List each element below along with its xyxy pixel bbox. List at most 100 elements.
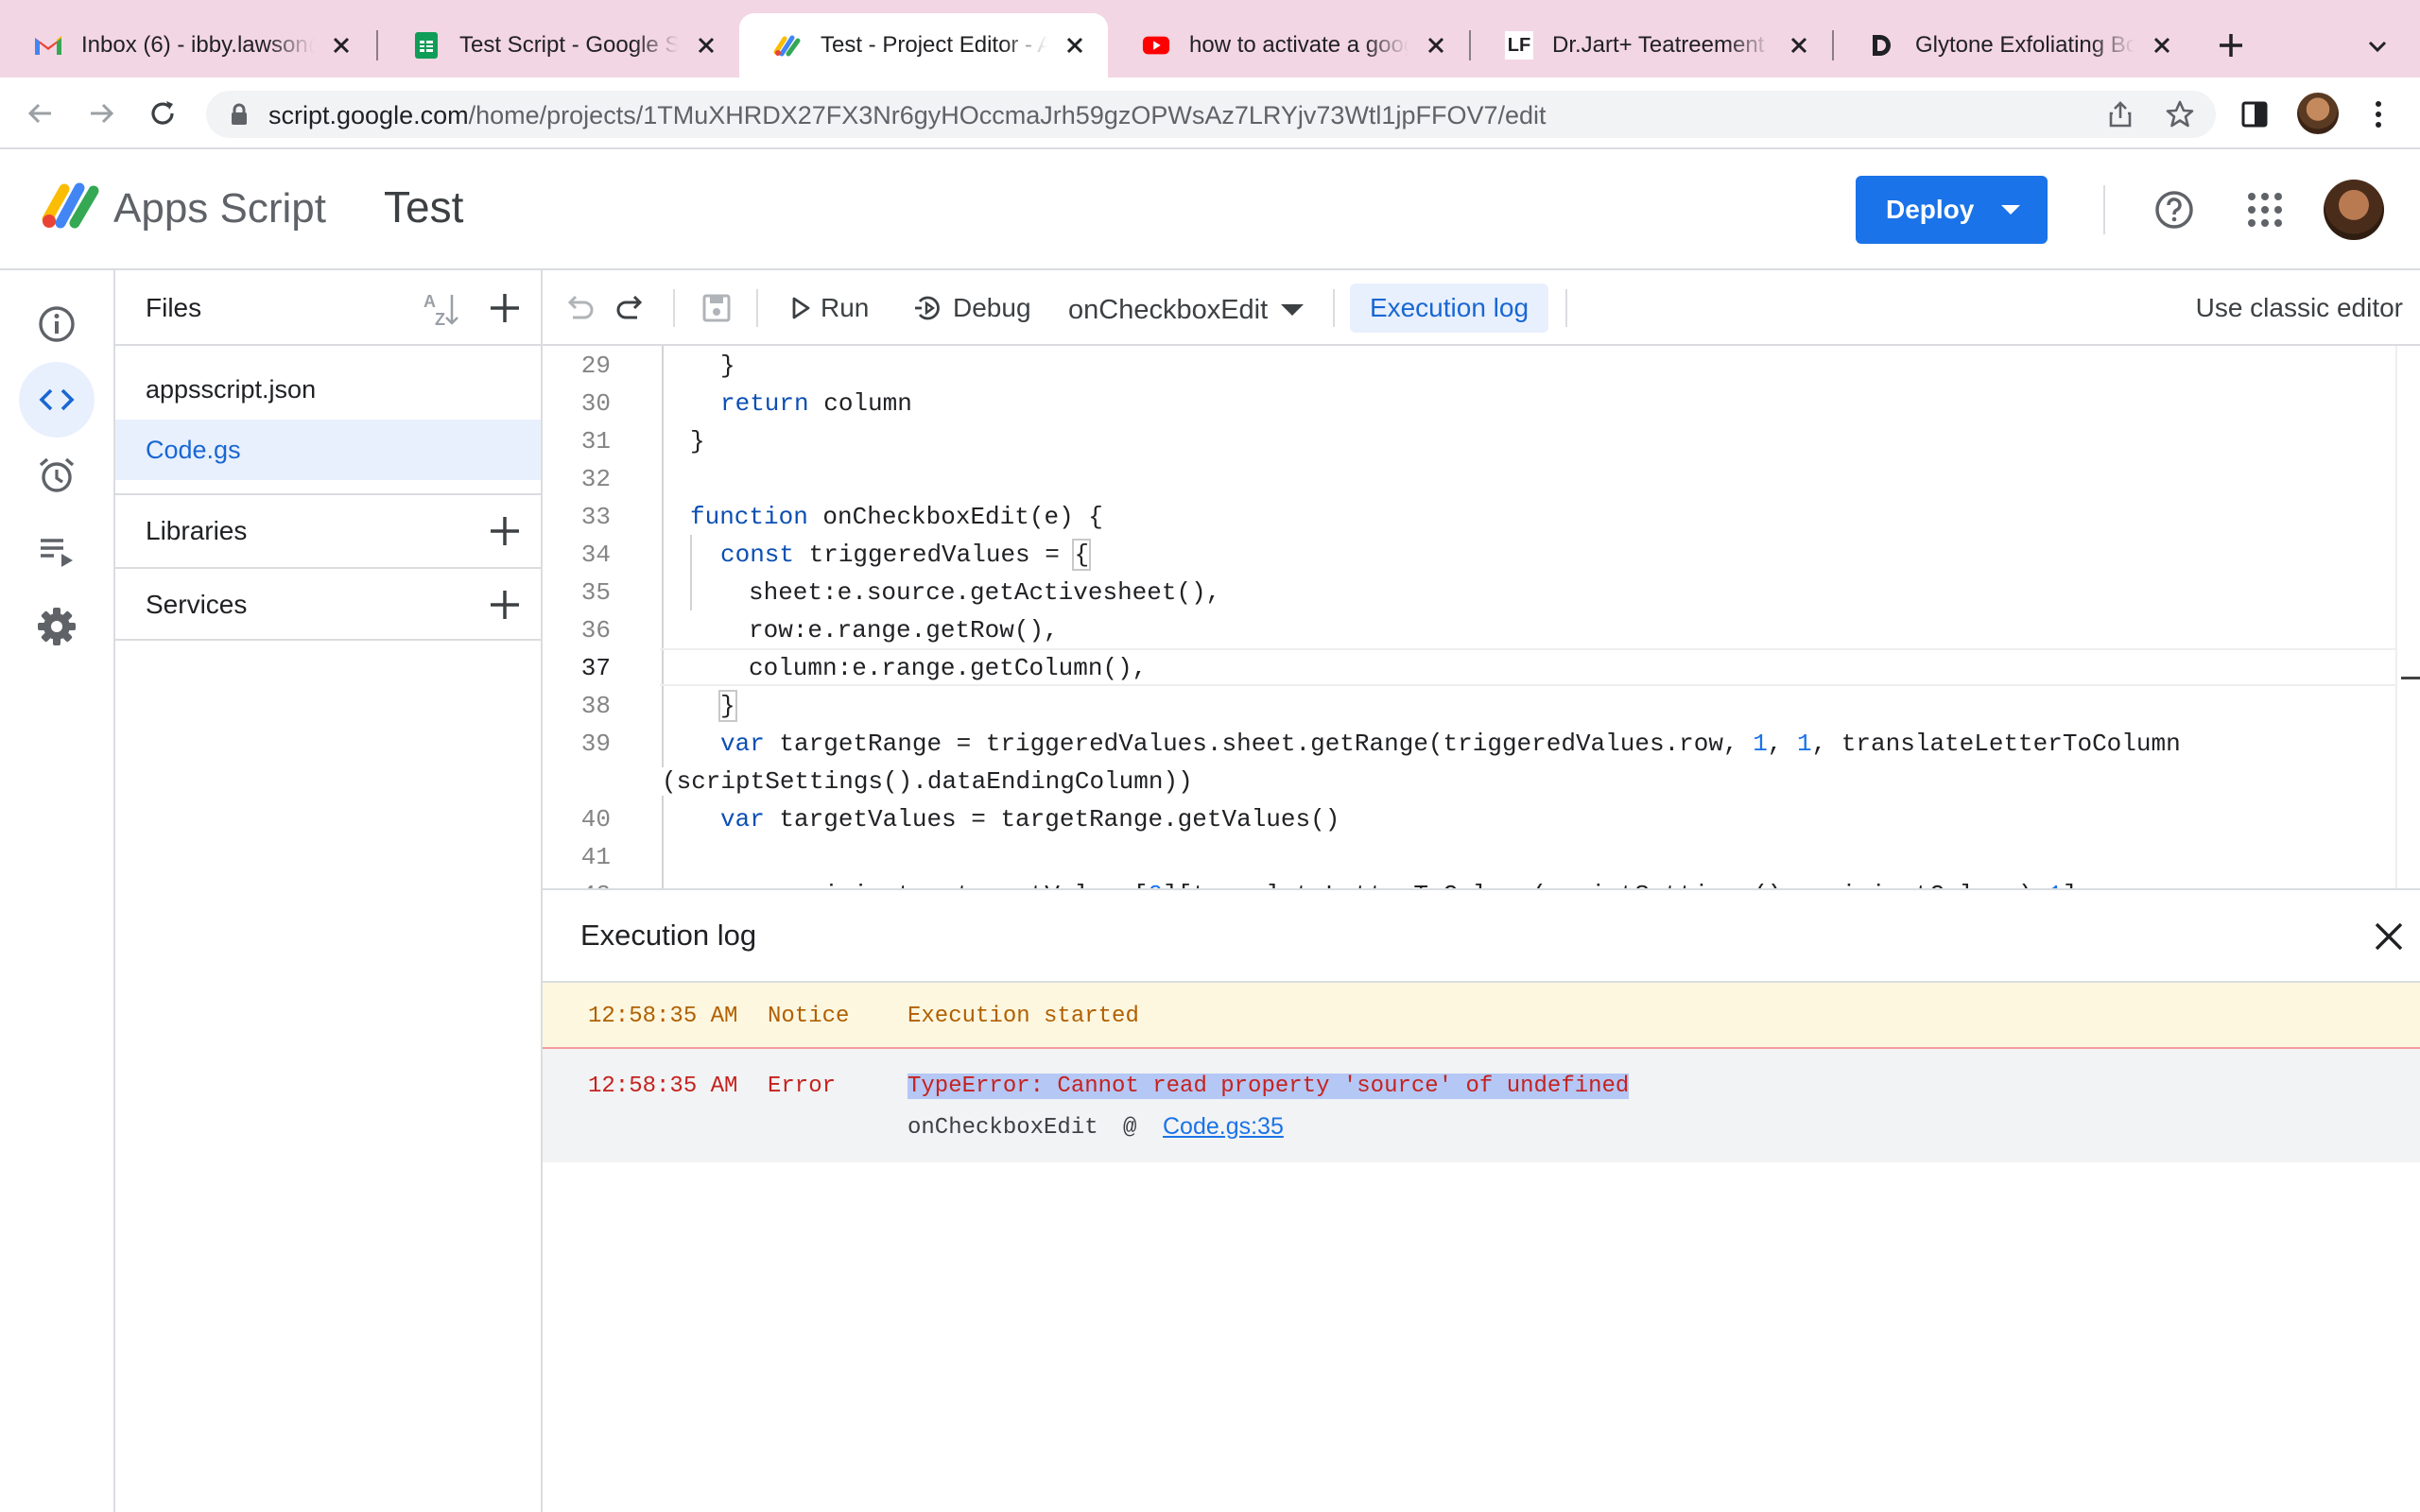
log-time: 12:58:35 AM <box>588 1074 738 1099</box>
add-library-icon[interactable] <box>488 514 522 548</box>
more-vert-icon[interactable] <box>2367 98 2390 130</box>
apps-script-icon <box>773 31 802 60</box>
code-text: (scriptSettings().dataEndingColumn)) <box>662 767 1193 796</box>
code-line: 41 <box>543 837 2395 875</box>
code-keyword: var <box>720 805 765 833</box>
account-avatar[interactable] <box>2324 180 2384 240</box>
matched-bracket: { <box>1072 539 1092 571</box>
gmail-icon <box>34 31 62 60</box>
debug-button[interactable]: Debug <box>913 285 1031 331</box>
browser-tab-glytone[interactable]: Glytone Exfoliating Body Wash <box>1834 13 2195 77</box>
redo-icon[interactable] <box>614 291 648 325</box>
file-item-appsscript-json[interactable]: appsscript.json <box>115 359 541 420</box>
line-number: 32 <box>580 465 611 493</box>
reload-icon[interactable] <box>146 96 180 130</box>
stack-function: onCheckboxEdit <box>908 1115 1098 1141</box>
close-tab-icon[interactable] <box>1422 31 1450 60</box>
function-select[interactable]: onCheckboxEdit <box>1068 287 1305 333</box>
chevron-down-icon[interactable] <box>2363 32 2392 60</box>
settings-gear-icon[interactable] <box>19 589 95 664</box>
browser-tab-apps-script[interactable]: Test - Project Editor - Apps Script <box>739 13 1108 77</box>
file-item-code-gs[interactable]: Code.gs <box>115 420 541 480</box>
browser-tab-sheets[interactable]: Test Script - Google Sheets <box>378 13 739 77</box>
tab-title: Test Script - Google Sheets <box>459 32 679 58</box>
forward-arrow-icon[interactable] <box>85 96 119 130</box>
side-panel-icon[interactable] <box>2240 100 2269 129</box>
omnibox[interactable]: script.google.com/home/projects/1TMuXHRD… <box>206 91 2216 138</box>
executions-list-icon[interactable] <box>19 513 95 589</box>
new-tab-icon[interactable] <box>2214 28 2248 62</box>
product-name[interactable]: Apps Script <box>113 185 326 232</box>
add-service-icon[interactable] <box>488 588 522 622</box>
code-number: 0 <box>1148 881 1163 888</box>
editor-scrollbar[interactable] <box>2395 346 2420 888</box>
code-editor[interactable]: 29 } 30 return column 31 } 32 33 functio… <box>543 346 2420 888</box>
apps-script-logo-icon[interactable] <box>40 180 102 231</box>
sheets-icon <box>412 31 441 60</box>
editor-code-icon[interactable] <box>19 362 95 438</box>
log-level: Error <box>768 1074 837 1099</box>
close-tab-icon[interactable] <box>1785 31 1813 60</box>
line-number: 35 <box>580 578 611 607</box>
line-number: 31 <box>580 427 611 455</box>
browser-tab-youtube[interactable]: how to activate a google script <box>1108 13 1469 77</box>
sort-az-icon[interactable]: AZ <box>422 291 461 329</box>
execution-log-title: Execution log <box>580 919 757 952</box>
browser-tab-strip: Inbox (6) - ibby.lawson@ Test Script - G… <box>0 0 2420 77</box>
code-text: return column <box>720 389 912 418</box>
url-path: /home/projects/1TMuXHRDX27FX3Nr6gyHOccma… <box>468 101 1547 129</box>
code-text: var targetRange = triggeredValues.sheet.… <box>720 730 2181 758</box>
close-tab-icon[interactable] <box>2148 31 2176 60</box>
log-entry-error: 12:58:35 AM Error TypeError: Cannot read… <box>543 1049 2420 1162</box>
tab-title: Glytone Exfoliating Body Wash <box>1915 32 2135 58</box>
run-button[interactable]: Run <box>790 285 869 331</box>
overview-info-icon[interactable] <box>19 286 95 362</box>
tab-title: Test - Project Editor - Apps Script <box>821 32 1047 58</box>
code-text: row:e.range.getRow(), <box>749 616 1059 644</box>
code-keyword: const <box>720 541 795 569</box>
browser-tab-drjart[interactable]: LF Dr.Jart+ Teatreement Toner <box>1471 13 1832 77</box>
use-classic-editor-link[interactable]: Use classic editor <box>2196 293 2403 323</box>
svg-text:A: A <box>424 292 436 311</box>
help-icon[interactable] <box>2153 189 2195 231</box>
code-number: 1 <box>1797 730 1812 758</box>
code-keyword: var <box>720 730 765 758</box>
svg-text:Z: Z <box>435 310 445 329</box>
line-number: 30 <box>580 389 611 418</box>
project-title[interactable]: Test <box>384 181 463 232</box>
line-number: 29 <box>580 352 611 380</box>
bookmark-star-icon[interactable] <box>2165 99 2195 129</box>
close-tab-icon[interactable] <box>1061 31 1089 60</box>
caret-down-icon <box>2001 205 2020 215</box>
execution-log-button[interactable]: Execution log <box>1350 284 1548 333</box>
profile-avatar-icon[interactable] <box>2297 93 2339 134</box>
log-message[interactable]: TypeError: Cannot read property 'source'… <box>908 1074 1630 1099</box>
share-icon[interactable] <box>2106 100 2135 129</box>
divider <box>2103 185 2105 234</box>
log-time: 12:58:35 AM <box>588 1004 738 1029</box>
code-line: 29 } <box>543 346 2395 384</box>
code-text: } <box>720 352 735 380</box>
lock-icon[interactable] <box>227 102 251 127</box>
close-tab-icon[interactable] <box>692 31 720 60</box>
deploy-button[interactable]: Deploy <box>1856 176 2048 244</box>
code-line: 35 sheet:e.source.getActivesheet(), <box>543 573 2395 610</box>
url-text[interactable]: script.google.com/home/projects/1TMuXHRD… <box>268 101 1547 130</box>
services-section[interactable]: Services <box>115 567 541 641</box>
add-file-icon[interactable] <box>488 291 522 325</box>
code-line: 39 var targetRange = triggeredValues.she… <box>543 724 2395 762</box>
close-icon[interactable] <box>2373 920 2405 953</box>
close-tab-icon[interactable] <box>327 31 355 60</box>
browser-tab-gmail[interactable]: Inbox (6) - ibby.lawson@ <box>0 13 374 77</box>
stack-location-link[interactable]: Code.gs:35 <box>1163 1113 1284 1141</box>
code-line: 36 row:e.range.getRow(), <box>543 610 2395 648</box>
save-icon[interactable] <box>700 291 734 325</box>
debug-label: Debug <box>953 293 1031 322</box>
undo-icon[interactable] <box>562 291 596 325</box>
triggers-alarm-icon[interactable] <box>19 438 95 513</box>
back-arrow-icon[interactable] <box>23 96 57 130</box>
libraries-section[interactable]: Libraries <box>115 493 541 567</box>
code-line: 30 return column <box>543 384 2395 421</box>
apps-grid-icon[interactable] <box>2246 191 2284 229</box>
log-message: Execution started <box>908 1004 1139 1029</box>
